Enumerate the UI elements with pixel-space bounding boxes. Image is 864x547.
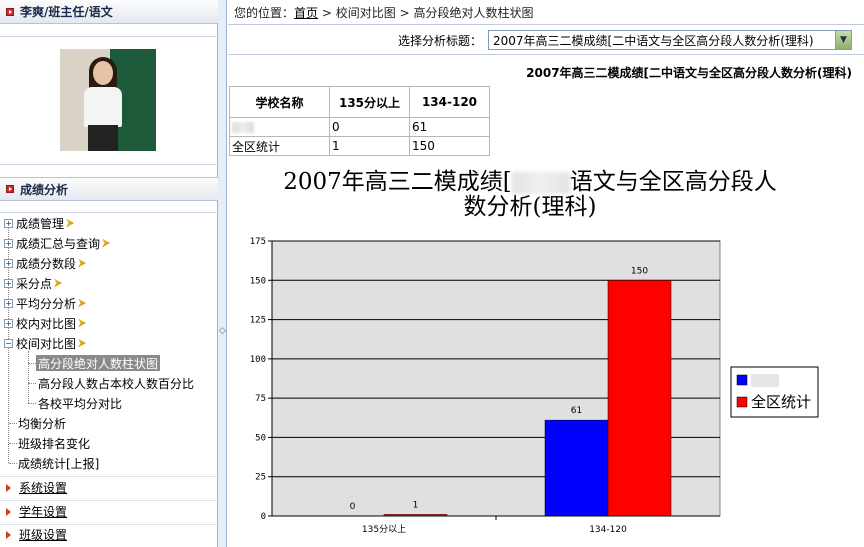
table-cell: 61	[409, 117, 490, 137]
chart-title: 2007年高三二模成绩[语文与全区高分段人 数分析(理科)	[283, 169, 777, 220]
legend-label: 全区统计	[751, 393, 811, 411]
report-title: 2007年高三二模成绩[二中语文与全区高分段人数分析(理科)	[526, 66, 852, 80]
table-row: 0 61	[229, 117, 490, 137]
double-arrow-icon	[78, 338, 87, 348]
redacted-legend-label	[751, 374, 779, 387]
score-title: 成绩分析	[20, 182, 69, 197]
bar-1	[544, 419, 609, 517]
breadcrumb-item: 校间对比图	[335, 6, 396, 20]
table-row: 全区统计 1 150	[229, 136, 490, 156]
main-content: 您的位置：首页 > 校间对比图 > 高分段绝对人数柱状图 选择分析标题： 200…	[228, 0, 864, 547]
select-value: 2007年高三二模成绩[二中语文与全区高分段人数分析(理科)	[493, 33, 814, 48]
breadcrumb-current: 高分段绝对人数柱状图	[413, 6, 534, 20]
y-tick-label: 25	[255, 473, 266, 483]
column-header: 学校名称	[229, 86, 330, 118]
tree-item-score-bands[interactable]: + 成绩分数段	[4, 255, 87, 271]
user-photo-area	[0, 36, 218, 165]
breadcrumb-home-link[interactable]: 首页	[294, 6, 318, 20]
data-label: 0	[350, 502, 356, 512]
column-header: 134-120	[409, 86, 490, 118]
y-tick-label: 50	[255, 433, 266, 443]
arrow-right-icon	[6, 507, 11, 516]
double-arrow-icon	[66, 218, 75, 228]
tree-item-balance-analysis[interactable]: 均衡分析	[18, 415, 66, 431]
selector-label: 选择分析标题：	[398, 33, 483, 48]
data-label: 1	[413, 500, 419, 510]
legend-swatch	[736, 374, 748, 386]
bar-chart: 0 25 50 75 100 125 150 175 135分以上 0 1 134-120 61 150 全…	[250, 237, 819, 535]
table-header-row: 学校名称 135分以上 134-120	[229, 86, 490, 118]
analysis-title-select[interactable]: 2007年高三二模成绩[二中语文与全区高分段人数分析(理科) ▼	[488, 30, 853, 50]
table-cell: 0	[329, 117, 410, 137]
expand-icon[interactable]: +	[4, 298, 13, 308]
bullet-icon	[6, 185, 14, 193]
y-tick-label: 175	[250, 237, 266, 247]
chevron-down-icon[interactable]: ▼	[835, 31, 852, 49]
y-tick-label: 125	[250, 316, 266, 326]
collapse-icon[interactable]: −	[4, 338, 13, 348]
panel-splitter[interactable]: ◇	[218, 0, 227, 547]
legend-swatch	[736, 396, 748, 408]
tree-item-grade-management[interactable]: + 成绩管理	[4, 215, 75, 231]
user-title: 李爽/班主任/语文	[20, 5, 113, 19]
expand-icon[interactable]: +	[4, 318, 13, 328]
redacted-school-name	[511, 172, 570, 194]
score-panel-header[interactable]: 成绩分析	[0, 177, 218, 201]
arrow-right-icon	[6, 483, 11, 492]
tree-item-class-rank-change[interactable]: 班级排名变化	[18, 435, 90, 451]
expand-icon[interactable]: +	[4, 278, 13, 288]
tree-child-absolute-count-bar[interactable]: 高分段绝对人数柱状图	[36, 355, 161, 371]
y-tick-label: 0	[261, 512, 266, 522]
analysis-title-selector-row: 选择分析标题： 2007年高三二模成绩[二中语文与全区高分段人数分析(理科) ▼	[398, 30, 853, 50]
section-school-year-settings[interactable]: 学年设置	[6, 503, 67, 520]
x-tick-label: 135分以上	[362, 524, 406, 535]
tree-item-inter-school-chart[interactable]: − 校间对比图	[4, 335, 87, 351]
y-tick-label: 75	[255, 394, 266, 404]
breadcrumb: 您的位置：首页 > 校间对比图 > 高分段绝对人数柱状图	[234, 6, 534, 20]
redacted-school-name	[232, 122, 254, 133]
double-arrow-icon	[78, 298, 87, 308]
sidebar: 李爽/班主任/语文 成绩分析 + 成绩管理 + 成绩汇总与查询 + 成绩分数段 + 采分…	[0, 0, 218, 547]
data-table: 学校名称 135分以上 134-120 0 61 全区统计 1 150	[229, 86, 490, 156]
double-arrow-icon	[102, 238, 111, 248]
nav-tree: + 成绩管理 + 成绩汇总与查询 + 成绩分数段 + 采分点 + 平均分分析 + 校内对比图…	[0, 212, 218, 542]
data-label: 150	[631, 266, 648, 276]
arrow-right-icon	[6, 530, 11, 539]
double-arrow-icon	[78, 258, 87, 268]
column-header: 135分以上	[329, 86, 410, 118]
tree-item-summary-query[interactable]: + 成绩汇总与查询	[4, 235, 111, 251]
expand-icon[interactable]: +	[4, 238, 13, 248]
section-system-settings[interactable]: 系统设置	[6, 479, 67, 496]
double-arrow-icon	[78, 318, 87, 328]
y-tick-label: 100	[250, 355, 266, 365]
tree-child-percentage[interactable]: 高分段人数占本校人数百分比	[38, 375, 194, 391]
table-cell: 1	[329, 136, 410, 156]
user-panel-header: 李爽/班主任/语文	[0, 0, 218, 24]
user-photo	[60, 49, 156, 151]
data-label: 61	[571, 406, 582, 416]
tree-item-average-analysis[interactable]: + 平均分分析	[4, 295, 87, 311]
collapse-grip-icon[interactable]: ◇	[219, 326, 226, 336]
expand-icon[interactable]: +	[4, 218, 13, 228]
y-tick-label: 150	[250, 276, 266, 286]
section-class-settings[interactable]: 班级设置	[6, 526, 67, 543]
double-arrow-icon	[54, 278, 63, 288]
bullet-icon	[6, 7, 14, 16]
table-cell	[229, 117, 330, 137]
tree-child-average-compare[interactable]: 各校平均分对比	[38, 395, 122, 411]
table-cell: 150	[409, 136, 490, 156]
bar-2	[607, 280, 672, 517]
tree-item-grade-stats-report[interactable]: 成绩统计[上报]	[18, 455, 99, 471]
tree-item-scoring-points[interactable]: + 采分点	[4, 275, 63, 291]
table-cell: 全区统计	[229, 136, 330, 156]
bar-2	[383, 514, 448, 517]
x-tick-label: 134-120	[589, 525, 627, 535]
tree-item-intra-school-chart[interactable]: + 校内对比图	[4, 315, 87, 331]
expand-icon[interactable]: +	[4, 258, 13, 268]
